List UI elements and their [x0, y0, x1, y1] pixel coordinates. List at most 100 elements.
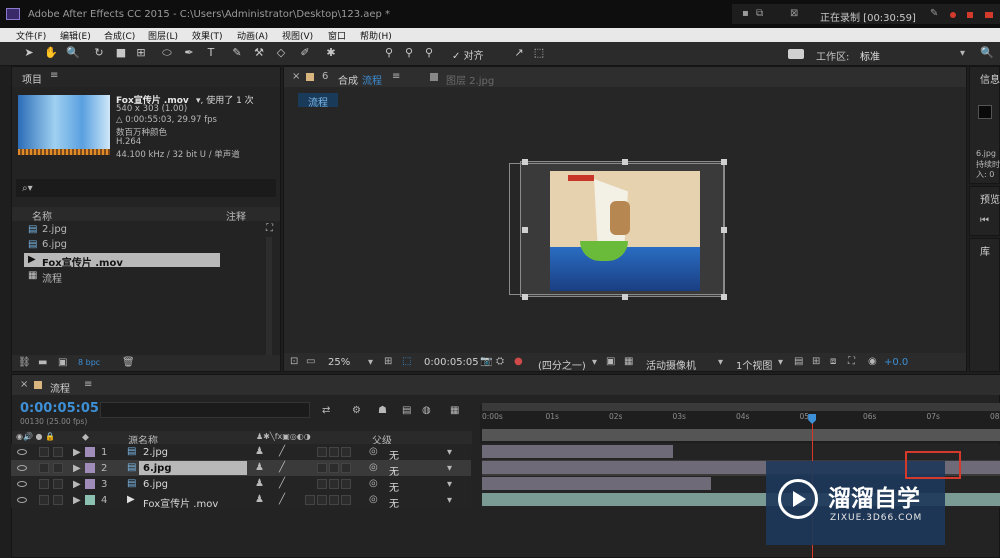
parent-dropdown-icon[interactable]: ▾	[447, 495, 452, 506]
menu-edit[interactable]: 编辑(E)	[60, 29, 91, 42]
work-area-bar[interactable]	[482, 403, 1000, 411]
list-item[interactable]: 流程	[42, 270, 62, 285]
parent-value[interactable]: 无	[389, 495, 399, 510]
pen-tool-icon[interactable]: ✒	[182, 46, 196, 60]
exposure-reset-icon[interactable]: ◉	[868, 356, 877, 367]
clone-stamp-tool-icon[interactable]: ⚒	[252, 46, 266, 60]
pen-icon[interactable]: ✎	[930, 8, 938, 19]
project-tab[interactable]: 项目	[22, 71, 42, 86]
snap-target-icon[interactable]: ⬚	[532, 46, 546, 60]
workspace-dropdown-icon[interactable]: ▾	[960, 48, 965, 59]
shy-switch-icon[interactable]: ♟	[255, 478, 264, 489]
work-area-range[interactable]	[482, 429, 1000, 441]
parent-dropdown-icon[interactable]: ▾	[447, 463, 452, 474]
layer-name[interactable]: 2.jpg	[143, 447, 168, 458]
views-dropdown[interactable]: 1个视图	[736, 357, 772, 372]
shape-tool-icon[interactable]: ⬭	[160, 46, 174, 60]
motion-blur-icon[interactable]: ◍	[422, 405, 431, 416]
transform-handle[interactable]	[622, 159, 628, 165]
world-axis-icon[interactable]: ⚲	[402, 46, 416, 60]
layer-name[interactable]: 6.jpg	[143, 479, 168, 490]
bpc-label[interactable]: 8 bpc	[78, 358, 100, 367]
table-row[interactable]: ▶ 4 ▶ Fox宣传片 .mov ♟ ╱ ◎ 无 ▾	[11, 492, 471, 510]
preview-tab[interactable]: 预览	[980, 191, 1000, 206]
layer-name[interactable]: 6.jpg	[143, 463, 172, 474]
layer-search-input[interactable]	[100, 402, 310, 418]
network-icon[interactable]: ⛶	[266, 223, 273, 234]
library-tab[interactable]: 库	[980, 243, 990, 258]
zoom-tool-icon[interactable]: 🔍	[66, 46, 80, 60]
shy-switch-icon[interactable]: ♟	[255, 446, 264, 457]
resolution-dropdown-icon[interactable]: ▾	[592, 357, 597, 368]
zoom-dropdown-icon[interactable]: ▾	[368, 357, 373, 368]
transform-handle[interactable]	[721, 227, 727, 233]
project-scrollbar[interactable]	[266, 237, 272, 355]
pan-behind-tool-icon[interactable]: ⊞	[134, 46, 148, 60]
close-icon[interactable]: ⊠	[790, 8, 798, 19]
column-note[interactable]: 注释	[226, 208, 246, 223]
current-time[interactable]: 0:00:05:05	[424, 357, 479, 368]
channel-icon[interactable]: ●	[514, 356, 523, 367]
menu-composition[interactable]: 合成(C)	[104, 29, 135, 42]
camera-dropdown[interactable]: 活动摄像机	[646, 357, 696, 372]
table-row[interactable]: ▶ 3 ▤ 6.jpg ♟ ╱ ◎ 无 ▾	[11, 476, 471, 494]
panel-menu-icon[interactable]: ≡	[50, 70, 58, 81]
pickwhip-icon[interactable]: ◎	[369, 478, 378, 489]
comp-tab-title[interactable]: 合成	[338, 72, 358, 87]
monitor-icon[interactable]: ▭	[306, 356, 315, 367]
camera-tool-icon[interactable]: ■	[114, 46, 128, 60]
draft-3d-icon[interactable]: ⚙	[352, 405, 361, 416]
selection-tool-icon[interactable]: ➤	[22, 46, 36, 60]
transform-handle[interactable]	[721, 159, 727, 165]
toggle-pixel-icon[interactable]: ▤	[794, 356, 803, 367]
eye-icon[interactable]	[17, 497, 27, 503]
comp-mini-flowchart-icon[interactable]: ⇄	[322, 405, 330, 416]
project-search-input[interactable]	[16, 179, 276, 197]
label-color[interactable]	[85, 479, 95, 489]
column-name[interactable]: 名称	[32, 208, 52, 223]
snapshot-icon[interactable]: 📷	[480, 356, 492, 367]
search-help-icon[interactable]: 🔍	[980, 46, 994, 60]
menu-window[interactable]: 窗口	[328, 29, 346, 42]
rotate-tool-icon[interactable]: ↻	[92, 46, 106, 60]
quality-switch-icon[interactable]: ╱	[279, 446, 285, 457]
quality-switch-icon[interactable]: ╱	[279, 494, 285, 505]
grid-icon[interactable]: ⊞	[384, 356, 392, 367]
label-color[interactable]	[85, 463, 95, 473]
comp-tab-name[interactable]: 流程	[362, 72, 382, 87]
panel-menu-icon[interactable]: ≡	[84, 379, 92, 390]
eye-icon[interactable]	[17, 465, 27, 471]
region-icon[interactable]: ▣	[606, 356, 615, 367]
new-composition-icon[interactable]: ▣	[58, 357, 67, 368]
trash-icon[interactable]: 🗑	[122, 357, 135, 368]
timeline-timecode[interactable]: 0:00:05:05	[20, 401, 99, 416]
transform-handle[interactable]	[522, 294, 528, 300]
transform-handle[interactable]	[721, 294, 727, 300]
resolution-dropdown[interactable]: (四分之一)	[538, 357, 586, 372]
expand-arrow-icon[interactable]: ▶	[73, 479, 81, 490]
panel-menu-icon[interactable]: ≡	[392, 71, 400, 82]
eye-icon[interactable]	[17, 481, 27, 487]
type-tool-icon[interactable]: T	[204, 46, 218, 60]
table-row[interactable]: ▶ 1 ▤ 2.jpg ♟ ╱ ◎ 无 ▾	[11, 444, 471, 462]
list-item[interactable]: Fox宣传片 .mov	[42, 254, 123, 269]
close-tab-icon[interactable]: ×	[20, 379, 28, 390]
layer-duration-bar[interactable]	[482, 477, 711, 490]
zoom-value[interactable]: 25%	[328, 357, 350, 368]
expand-arrow-icon[interactable]: ▶	[73, 463, 81, 474]
menu-view[interactable]: 视图(V)	[282, 29, 313, 42]
hand-tool-icon[interactable]: ✋	[44, 46, 58, 60]
menu-layer[interactable]: 图层(L)	[148, 29, 178, 42]
camera-icon[interactable]	[985, 12, 993, 18]
record-dot-icon[interactable]	[950, 12, 956, 18]
transform-handle[interactable]	[622, 294, 628, 300]
fast-preview-icon[interactable]: ⊞	[812, 356, 820, 367]
footage-tab[interactable]: 图层 2.jpg	[446, 72, 494, 87]
puppet-tool-icon[interactable]: ✱	[324, 46, 338, 60]
quality-switch-icon[interactable]: ╱	[279, 462, 285, 473]
quality-switch-icon[interactable]: ╱	[279, 478, 285, 489]
layer-name[interactable]: Fox宣传片 .mov	[143, 495, 218, 510]
eraser-tool-icon[interactable]: ◇	[274, 46, 288, 60]
eye-icon[interactable]	[17, 449, 27, 455]
brush-tool-icon[interactable]: ✎	[230, 46, 244, 60]
